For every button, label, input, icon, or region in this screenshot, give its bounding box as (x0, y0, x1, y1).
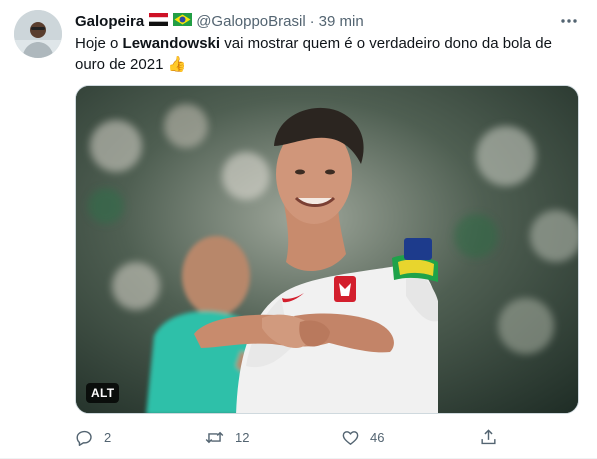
more-options-button[interactable] (559, 11, 579, 31)
reply-count: 2 (104, 429, 112, 445)
heart-icon (342, 430, 359, 445)
tweet-text-mention: Lewandowski (122, 35, 221, 52)
alt-text-badge[interactable]: ALT (86, 383, 120, 403)
more-icon (561, 19, 577, 23)
yemen-flag-icon (149, 12, 169, 30)
display-name[interactable]: Galopeira (75, 13, 144, 30)
brazil-flag-icon (173, 12, 193, 30)
share-button[interactable] (479, 426, 498, 448)
tweet-header: Galopeira @GaloppoBrasil · 39 min (75, 11, 364, 31)
tweet-photo[interactable]: ALT (75, 85, 579, 414)
tweet-text-before: Hoje o (75, 35, 123, 52)
tweet-actions: 2 12 46 (75, 426, 505, 448)
avatar[interactable] (14, 10, 62, 58)
retweet-icon (205, 431, 224, 443)
tweet-text: Hoje o Lewandowski vai mostrar quem é o … (75, 33, 575, 75)
reply-button[interactable]: 2 (75, 426, 111, 448)
timestamp[interactable]: 39 min (319, 13, 364, 30)
like-button[interactable]: 46 (341, 426, 384, 448)
thumbs-up-emoji: 👍 (167, 56, 187, 73)
user-handle[interactable]: @GaloppoBrasil (196, 13, 305, 30)
tweet[interactable]: Galopeira @GaloppoBrasil · 39 min Hoje o… (0, 0, 597, 459)
retweet-count: 12 (235, 429, 250, 445)
share-icon (481, 428, 496, 444)
like-count: 46 (370, 429, 385, 445)
retweet-button[interactable]: 12 (204, 426, 249, 448)
separator-dot: · (309, 12, 315, 30)
reply-icon (76, 430, 92, 446)
